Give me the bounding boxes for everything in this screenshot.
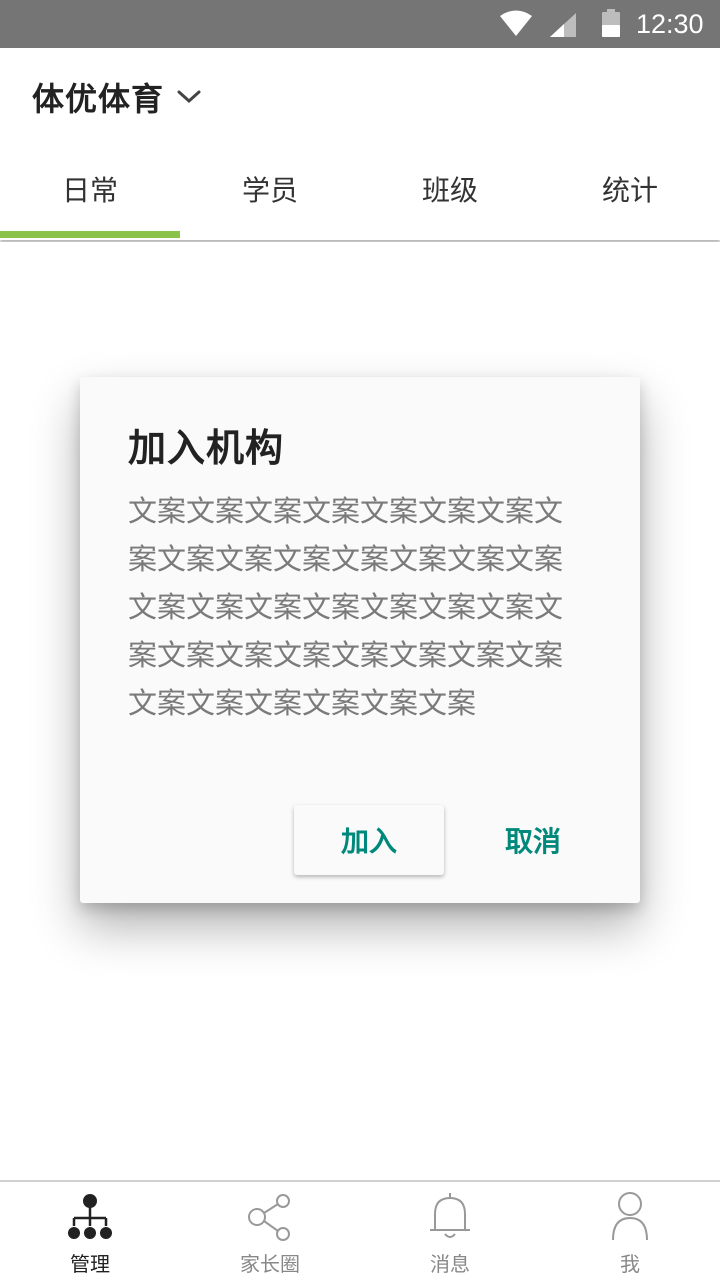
tab-daily[interactable]: 日常 xyxy=(0,148,180,240)
wifi-icon xyxy=(500,10,532,36)
nav-item-parents-circle[interactable]: 家长圈 xyxy=(180,1182,360,1280)
tab-stats[interactable]: 统计 xyxy=(540,148,720,240)
app-screen: 12:30 体优体育 日常 学员 班级 统计 加入机构 文案文案文案文案文案文案… xyxy=(0,0,720,1280)
person-icon xyxy=(612,1192,648,1241)
nav-label-parents-circle: 家长圈 xyxy=(240,1252,300,1276)
cancel-button[interactable]: 取消 xyxy=(480,805,586,875)
status-bar: 12:30 xyxy=(0,0,720,48)
nav-item-messages[interactable]: 消息 xyxy=(360,1182,540,1280)
share-icon xyxy=(248,1194,290,1241)
org-name: 体优体育 xyxy=(32,80,165,118)
bottom-nav: 管理 家长圈 消息 我 xyxy=(0,1180,720,1280)
nav-item-manage[interactable]: 管理 xyxy=(0,1182,180,1280)
active-tab-indicator xyxy=(0,231,180,238)
bell-icon xyxy=(430,1193,470,1238)
org-chart-icon xyxy=(68,1194,112,1239)
nav-item-me[interactable]: 我 xyxy=(540,1182,720,1280)
app-header: 体优体育 xyxy=(0,48,720,148)
nav-label-manage: 管理 xyxy=(70,1252,110,1276)
tab-classes[interactable]: 班级 xyxy=(360,148,540,240)
nav-label-me: 我 xyxy=(620,1252,640,1276)
org-selector[interactable]: 体优体育 xyxy=(32,74,202,120)
join-button[interactable]: 加入 xyxy=(294,805,444,875)
cell-signal-icon xyxy=(550,13,576,37)
dialog-message: 文案文案文案文案文案文案文案文案文案文案文案文案文案文案文案文案文案文案文案文案… xyxy=(128,494,564,720)
chevron-down-icon xyxy=(177,90,201,104)
tab-students[interactable]: 学员 xyxy=(180,148,360,240)
dialog-title: 加入机构 xyxy=(128,426,285,470)
battery-icon xyxy=(602,9,620,37)
clock-time: 12:30 xyxy=(636,9,704,39)
nav-label-messages: 消息 xyxy=(430,1252,470,1276)
tab-bar: 日常 学员 班级 统计 xyxy=(0,148,720,240)
join-org-dialog: 加入机构 文案文案文案文案文案文案文案文案文案文案文案文案文案文案文案文案文案文… xyxy=(80,377,640,903)
